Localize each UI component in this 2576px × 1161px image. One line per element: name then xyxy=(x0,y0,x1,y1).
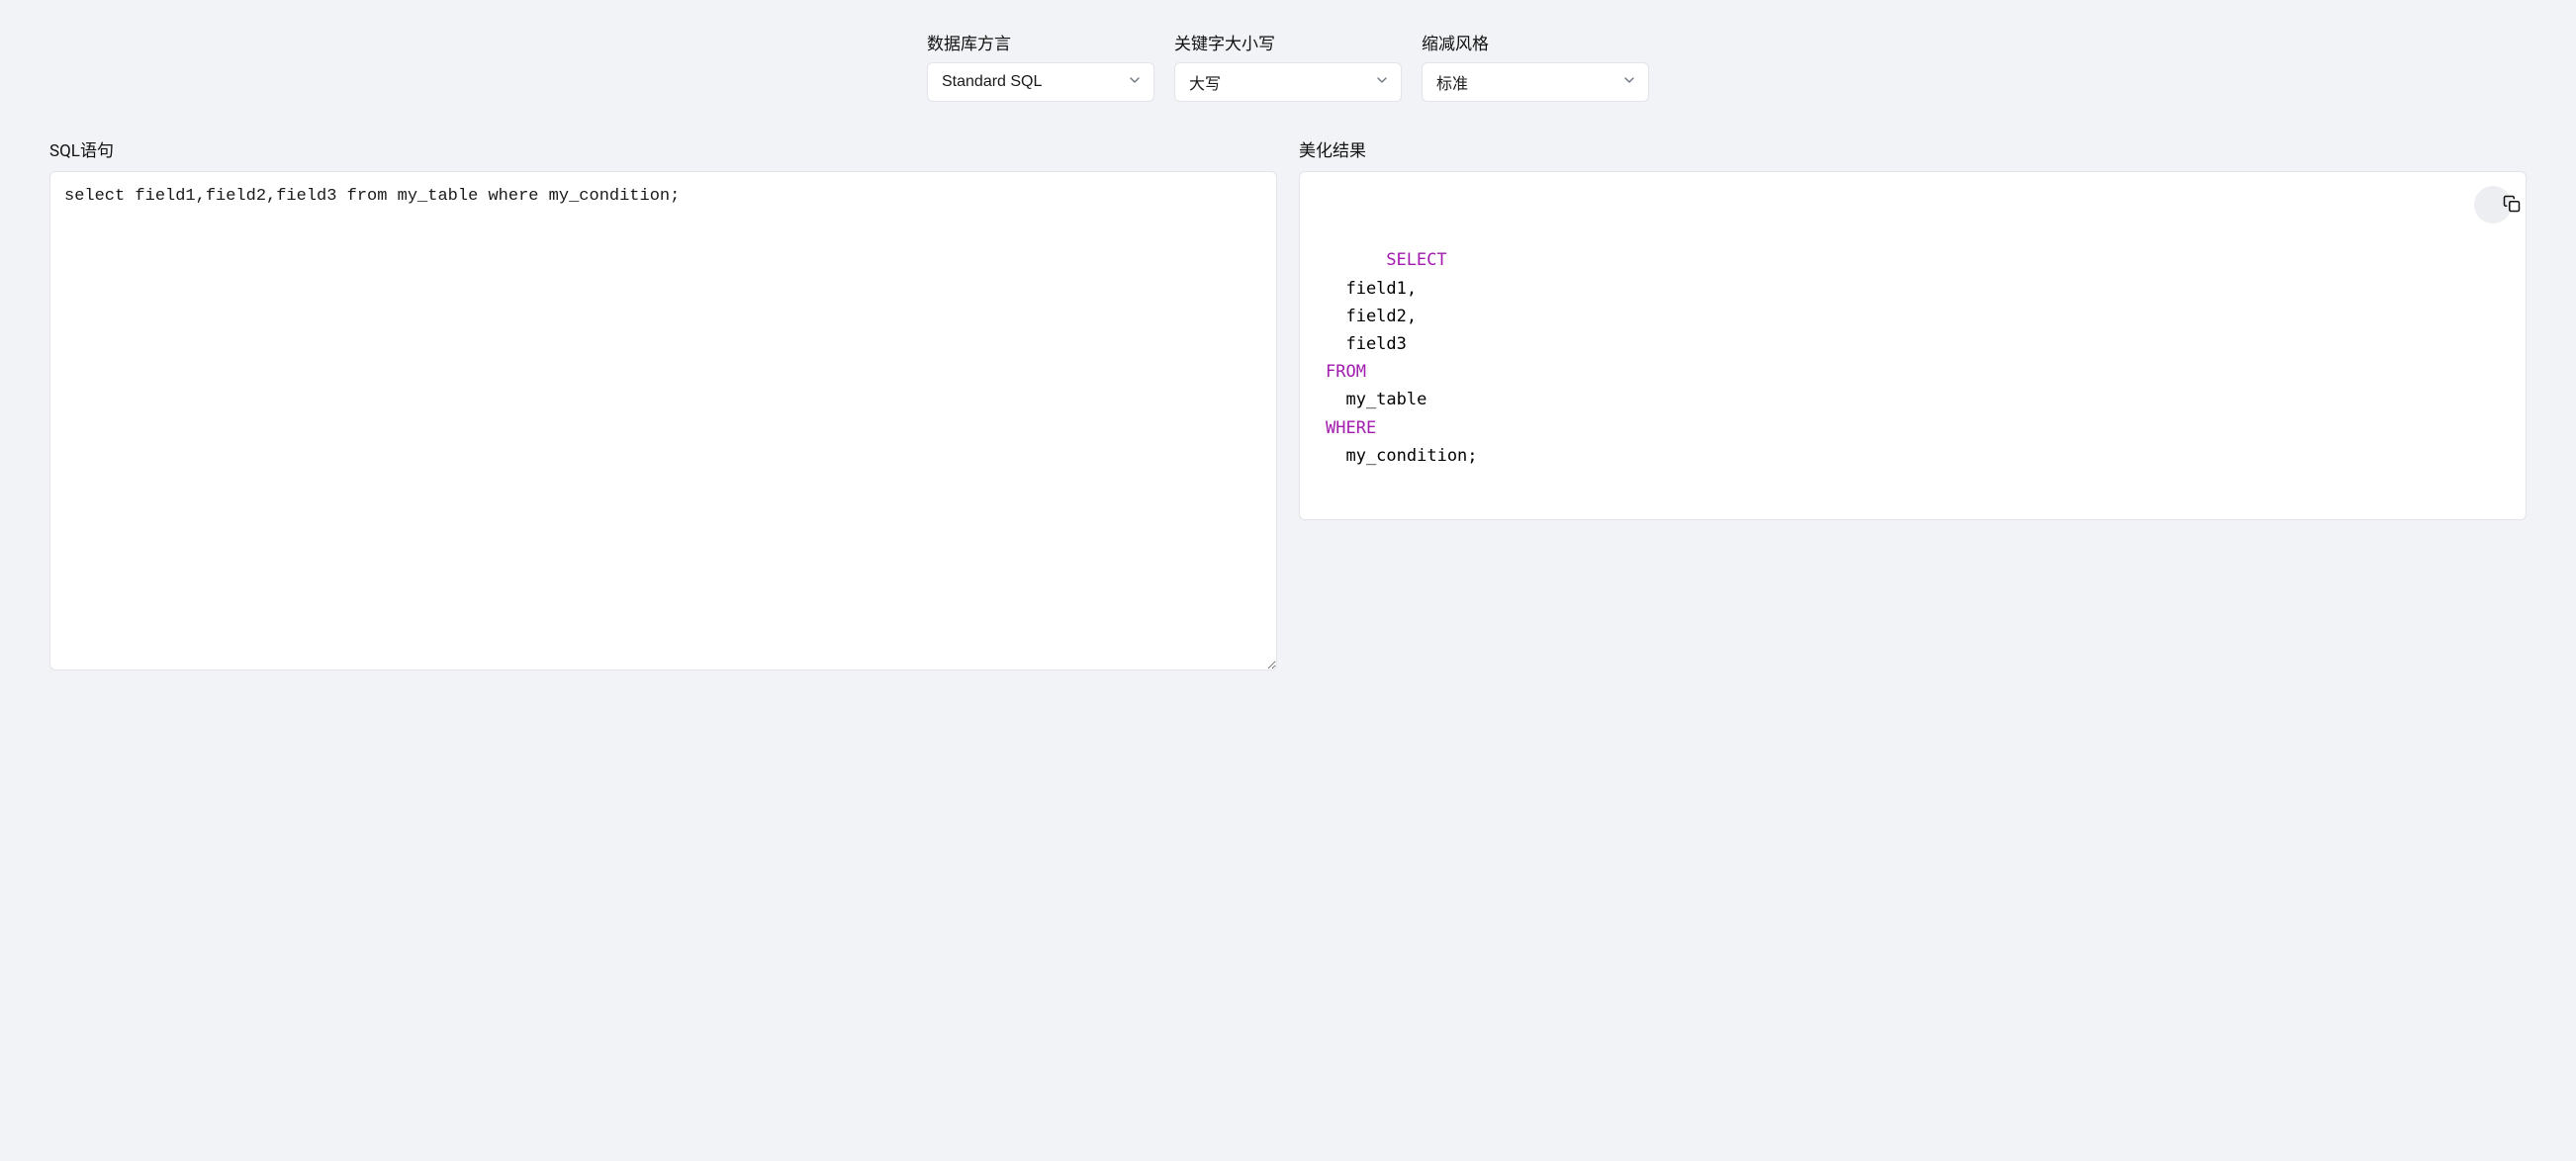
dialect-select-wrapper xyxy=(927,62,1154,102)
copy-icon xyxy=(2465,180,2520,230)
indent-style-label: 缩减风格 xyxy=(1422,30,1649,54)
sql-input[interactable] xyxy=(49,171,1277,670)
keyword-case-select[interactable] xyxy=(1174,62,1402,102)
input-label: SQL语句 xyxy=(49,136,1277,161)
keyword-case-control-group: 关键字大小写 xyxy=(1174,30,1402,102)
dialect-control-group: 数据库方言 xyxy=(927,30,1154,102)
output-box: SELECT field1, field2, field3 FROM my_ta… xyxy=(1299,171,2527,520)
indent-style-select-wrapper xyxy=(1422,62,1649,102)
indent-style-select[interactable] xyxy=(1422,62,1649,102)
output-panel: 美化结果 SELECT field1, field2, field3 FROM … xyxy=(1299,136,2527,670)
output-label: 美化结果 xyxy=(1299,136,2527,161)
output-code: SELECT field1, field2, field3 FROM my_ta… xyxy=(1326,250,1478,465)
keyword-case-select-wrapper xyxy=(1174,62,1402,102)
keyword-case-label: 关键字大小写 xyxy=(1174,30,1402,54)
input-panel: SQL语句 xyxy=(49,136,1277,670)
copy-button[interactable] xyxy=(2474,186,2512,223)
controls-row: 数据库方言 关键字大小写 缩减风格 xyxy=(49,30,2527,102)
indent-style-control-group: 缩减风格 xyxy=(1422,30,1649,102)
main-row: SQL语句 美化结果 SELECT field1, field2, field3… xyxy=(49,136,2527,670)
dialect-select[interactable] xyxy=(927,62,1154,102)
dialect-label: 数据库方言 xyxy=(927,30,1154,54)
